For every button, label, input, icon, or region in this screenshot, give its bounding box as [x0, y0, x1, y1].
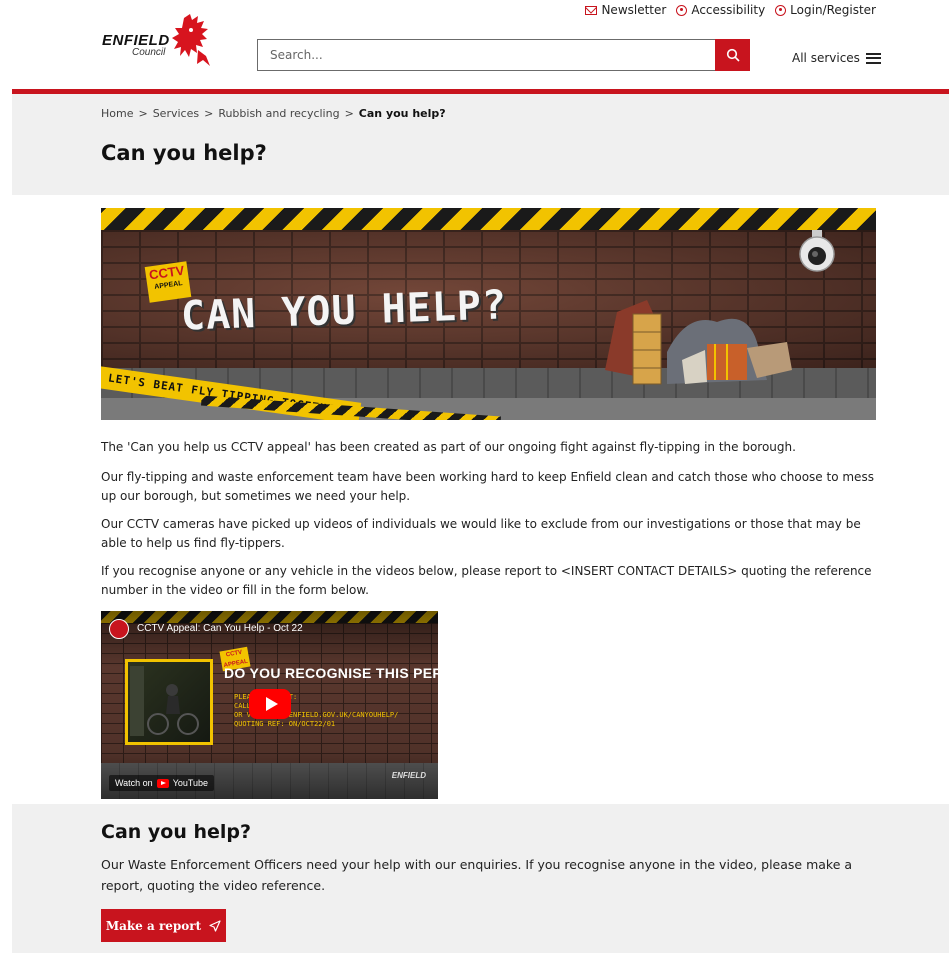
newsletter-link[interactable]: Newsletter — [585, 3, 666, 17]
cctv-paragraph: Our CCTV cameras have picked up videos o… — [101, 517, 861, 550]
enfield-council-logo[interactable]: ENFIELD Council — [102, 12, 217, 68]
cta-text: Our Waste Enforcement Officers need your… — [101, 857, 853, 893]
team-paragraph: Our fly-tipping and waste enforcement te… — [101, 470, 874, 503]
user-icon — [775, 4, 787, 16]
breadcrumb-separator: > — [138, 107, 148, 120]
logo-subtitle: Council — [132, 47, 166, 58]
breadcrumb-current: Can you help? — [358, 107, 446, 120]
call-to-action-band: Can you help? Our Waste Enforcement Offi… — [12, 804, 949, 953]
cctv-appeal-banner-image: CCTV APPEAL CAN YOU HELP? LET'S BEAT FLY… — [101, 208, 876, 420]
make-a-report-button[interactable]: Make a report — [101, 909, 226, 942]
cctv-still-frame — [125, 659, 213, 745]
intro-paragraph: The 'Can you help us CCTV appeal' has be… — [101, 440, 796, 454]
play-button[interactable] — [249, 689, 291, 719]
search-input[interactable] — [257, 39, 715, 71]
breadcrumb-separator: > — [204, 107, 214, 120]
person-on-bicycle-icon — [130, 666, 199, 736]
mail-icon — [585, 5, 598, 15]
newsletter-label: Newsletter — [601, 3, 667, 17]
send-icon — [209, 919, 221, 932]
video-headline: DO YOU RECOGNISE THIS PERSON? — [224, 665, 438, 681]
breadcrumb-separator: > — [344, 107, 354, 120]
accessibility-label: Accessibility — [691, 3, 766, 17]
all-services-menu[interactable]: All services — [792, 51, 881, 65]
channel-avatar[interactable] — [109, 619, 129, 639]
page-title: Can you help? — [101, 141, 267, 165]
youtube-label: YouTube — [172, 778, 209, 788]
hamburger-menu-icon — [865, 52, 881, 64]
youtube-icon — [156, 778, 169, 788]
watch-on-label: Watch on — [115, 778, 153, 788]
search-icon — [726, 48, 740, 62]
breadcrumb-services[interactable]: Services — [153, 107, 199, 120]
video-title[interactable]: CCTV Appeal: Can You Help - Oct 22 — [137, 623, 303, 634]
watch-on-youtube-button[interactable]: Watch on YouTube — [109, 775, 215, 791]
search-button[interactable] — [715, 39, 750, 71]
dragon-emblem-icon — [172, 14, 210, 66]
accessibility-link[interactable]: Accessibility — [676, 3, 765, 17]
login-register-label: Login/Register — [790, 3, 876, 17]
breadcrumb-rubbish-and-recycling[interactable]: Rubbish and recycling — [218, 107, 339, 120]
report-instructions-paragraph: If you recognise anyone or any vehicle i… — [101, 564, 872, 597]
make-a-report-label: Make a report — [105, 918, 202, 933]
cta-heading: Can you help? — [101, 821, 252, 843]
cctv-camera-icon — [799, 230, 835, 272]
fly-tipped-rubbish-icon — [605, 300, 792, 385]
search-bar — [257, 39, 750, 71]
page-title-band: Home > Services > Rubbish and recycling … — [12, 94, 949, 195]
login-register-link[interactable]: Login/Register — [775, 3, 876, 17]
video-brand-logo: ENFIELD — [391, 771, 426, 780]
accessibility-icon — [676, 4, 688, 16]
hazard-stripe — [101, 208, 876, 230]
utility-bar: Newsletter Accessibility Login/Register — [585, 3, 876, 17]
all-services-label: All services — [792, 51, 860, 65]
breadcrumb-home[interactable]: Home — [101, 107, 133, 120]
breadcrumb: Home > Services > Rubbish and recycling … — [101, 107, 446, 120]
youtube-video-embed[interactable]: CCTV Appeal: Can You Help - Oct 22 CCTV … — [101, 611, 438, 799]
